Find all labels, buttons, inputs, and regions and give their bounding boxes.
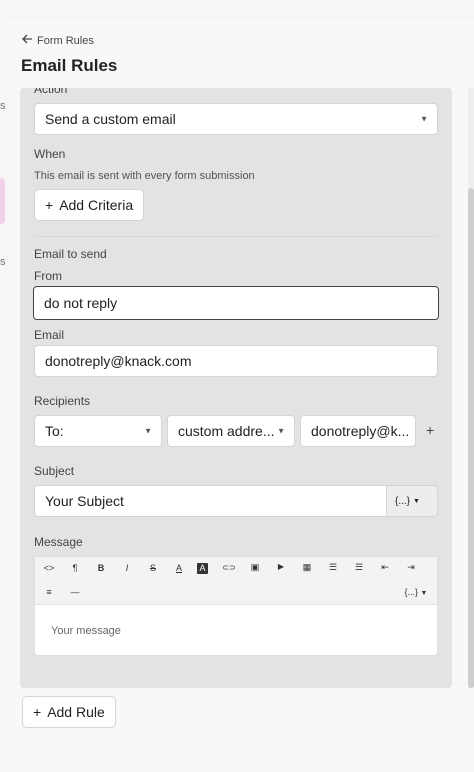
video-icon[interactable]: ▶ — [273, 562, 289, 571]
scrollbar[interactable] — [468, 88, 474, 688]
recipient-type-value: To: — [45, 423, 64, 439]
sidebar-active-indicator — [0, 178, 5, 224]
plus-icon: + — [33, 704, 42, 720]
message-label: Message — [34, 535, 83, 549]
numbered-list-icon[interactable]: ☰ — [351, 562, 367, 573]
paragraph-icon[interactable]: ¶ — [67, 563, 83, 573]
font-color-icon[interactable]: A — [171, 563, 187, 573]
recipient-type-select[interactable]: To: ▼ — [34, 415, 162, 447]
scrollbar-thumb[interactable] — [468, 188, 474, 688]
caret-down-icon: ▼ — [420, 114, 428, 124]
when-label: When — [34, 147, 66, 161]
email-label: Email — [34, 328, 65, 342]
action-select-value: Send a custom email — [45, 111, 176, 127]
from-email-value: donotreply@knack.com — [45, 353, 192, 369]
table-icon[interactable]: ▦ — [299, 562, 315, 573]
add-rule-button[interactable]: + Add Rule — [22, 696, 116, 728]
background-color-icon[interactable]: A — [197, 563, 208, 574]
action-select[interactable]: Send a custom email ▼ — [34, 103, 438, 135]
from-name-input[interactable]: do not reply — [33, 286, 439, 320]
add-criteria-button[interactable]: + Add Criteria — [34, 189, 145, 221]
message-editor[interactable]: <> ¶ B I S A A ⊂⊃ ▣ ▶ ▦ ☰ ☰ ⇤ ⇥ ≡ — {...… — [34, 556, 438, 656]
recipient-address-value: donotreply@k... — [311, 423, 410, 439]
strikethrough-icon[interactable]: S — [145, 563, 161, 573]
code-view-icon[interactable]: <> — [41, 563, 57, 573]
action-label: Action — [34, 88, 68, 96]
add-recipient-icon[interactable]: + — [426, 422, 434, 438]
from-email-input[interactable]: donotreply@knack.com — [34, 345, 438, 377]
link-icon[interactable]: ⊂⊃ — [221, 563, 237, 572]
caret-down-icon: ▼ — [413, 497, 420, 505]
back-link[interactable]: Form Rules — [22, 34, 94, 47]
image-icon[interactable]: ▣ — [247, 562, 263, 573]
section-divider — [34, 236, 438, 237]
email-to-send-label: Email to send — [34, 247, 107, 261]
page-title: Email Rules — [21, 56, 118, 75]
add-criteria-label: Add Criteria — [59, 197, 134, 213]
sidebar-fragment: s — [0, 256, 6, 268]
recipients-label: Recipients — [34, 394, 91, 408]
field-insert-icon: {...} — [395, 495, 411, 507]
recipient-source-select[interactable]: custom addre... ▼ — [167, 415, 295, 447]
sidebar-fragment: s — [0, 100, 6, 112]
plus-icon: + — [45, 197, 54, 213]
caret-down-icon: ▼ — [144, 426, 152, 436]
subject-field-insert-button[interactable]: {...} ▼ — [386, 485, 438, 517]
when-description: This email is sent with every form submi… — [34, 170, 255, 182]
recipient-source-value: custom addre... — [178, 423, 275, 439]
add-rule-label: Add Rule — [47, 704, 105, 720]
sidebar-edge: s s — [0, 0, 8, 772]
email-rule-card: Action Send a custom email ▼ When This e… — [20, 88, 452, 688]
horizontal-rule-icon[interactable]: — — [67, 587, 83, 597]
field-insert-icon: {...} — [404, 587, 419, 597]
message-field-insert-button[interactable]: {...} ▼ — [401, 587, 431, 597]
from-label: From — [34, 269, 62, 283]
align-icon[interactable]: ≡ — [41, 587, 57, 597]
editor-toolbar: <> ¶ B I S A A ⊂⊃ ▣ ▶ ▦ ☰ ☰ ⇤ ⇥ ≡ — {...… — [35, 557, 437, 605]
bold-icon[interactable]: B — [93, 563, 109, 573]
subject-input[interactable]: Your Subject — [34, 485, 438, 517]
caret-down-icon: ▼ — [277, 426, 285, 436]
from-name-value: do not reply — [44, 295, 118, 311]
message-placeholder: Your message — [51, 625, 121, 637]
outdent-icon[interactable]: ⇤ — [377, 562, 393, 573]
caret-down-icon: ▼ — [420, 590, 428, 597]
email-rules-panel: Form Rules Email Rules Action Send a cus… — [8, 20, 474, 772]
back-link-label: Form Rules — [37, 34, 94, 47]
indent-icon[interactable]: ⇥ — [403, 562, 419, 573]
recipient-address-input[interactable]: donotreply@k... — [300, 415, 416, 447]
italic-icon[interactable]: I — [119, 563, 135, 573]
subject-value: Your Subject — [45, 493, 124, 509]
subject-label: Subject — [34, 464, 75, 478]
bullet-list-icon[interactable]: ☰ — [325, 562, 341, 573]
arrow-left-icon — [22, 34, 33, 47]
